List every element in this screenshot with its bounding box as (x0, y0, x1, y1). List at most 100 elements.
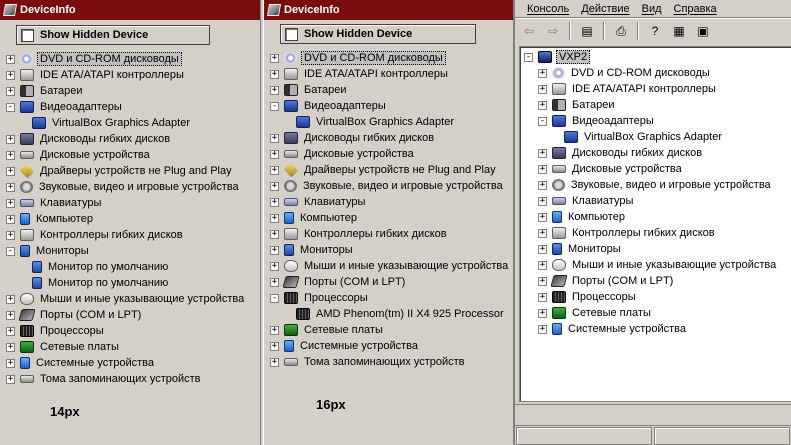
tree-category-item[interactable]: + Контроллеры гибких дисков (270, 226, 513, 242)
tree-category-item[interactable]: + Дисковые устройства (270, 146, 513, 162)
expand-plus-icon[interactable]: + (6, 70, 15, 80)
tree-category-item[interactable]: + Мыши и иные указывающие устройства (270, 258, 513, 274)
tree-category-item[interactable]: + Компьютер (270, 210, 513, 226)
tree-child-item[interactable]: Монитор по умолчанию (6, 259, 260, 275)
tree-category-item[interactable]: + Процессоры (6, 323, 260, 339)
expand-plus-icon[interactable]: + (6, 214, 15, 224)
tree-category-item[interactable]: + Мыши и иные указывающие устройства (6, 291, 260, 307)
tree-category-item[interactable]: - Видеоадаптеры (270, 98, 513, 114)
tree-category-item[interactable]: + Процессоры (538, 289, 791, 305)
tree-category-item[interactable]: + Батареи (270, 82, 513, 98)
menu-item[interactable]: Консоль (521, 3, 575, 15)
expand-plus-icon[interactable]: + (538, 100, 547, 110)
tree-category-item[interactable]: + Клавиатуры (6, 195, 260, 211)
tree-category-item[interactable]: + Сетевые платы (6, 339, 260, 355)
expand-plus-icon[interactable]: + (538, 212, 547, 222)
show-hide-tree-icon[interactable]: ▤ (577, 22, 597, 40)
tree-root-item[interactable]: - VXP2 (524, 49, 791, 65)
tree-category-item[interactable]: + Дисководы гибких дисков (270, 130, 513, 146)
tree-category-item[interactable]: + Батареи (538, 97, 791, 113)
show-hidden-device-checkbox[interactable]: Show Hidden Device (16, 25, 210, 45)
menu-item[interactable]: Действие (575, 3, 635, 15)
expand-plus-icon[interactable]: + (538, 164, 547, 174)
expand-plus-icon[interactable]: + (6, 198, 15, 208)
tree-category-item[interactable]: + IDE ATA/ATAPI контроллеры (538, 81, 791, 97)
device-tree[interactable]: + DVD и CD-ROM дисководы + IDE ATA/ATAPI ко… (6, 51, 260, 387)
expand-plus-icon[interactable]: + (270, 149, 279, 159)
expand-plus-icon[interactable]: + (6, 326, 15, 336)
window-title-bar[interactable]: DeviceInfo (264, 0, 513, 20)
tree-category-item[interactable]: + Дисководы гибких дисков (6, 131, 260, 147)
tree-category-item[interactable]: + Звуковые, видео и игровые устройства (538, 177, 791, 193)
device-tree-pane[interactable]: - VXP2 + DVD и CD-ROM дисководы + IDE ATA/ATA… (519, 46, 791, 402)
expand-plus-icon[interactable]: + (6, 166, 15, 176)
collapse-minus-icon[interactable]: - (524, 52, 533, 62)
tree-category-item[interactable]: + Тома запоминающих устройств (270, 354, 513, 370)
expand-plus-icon[interactable]: + (6, 182, 15, 192)
expand-plus-icon[interactable]: + (538, 324, 547, 334)
collapse-minus-icon[interactable]: - (538, 116, 547, 126)
tree-category-item[interactable]: + Сетевые платы (270, 322, 513, 338)
scan-hardware-icon[interactable]: ▣ (693, 22, 713, 40)
collapse-minus-icon[interactable]: - (270, 101, 279, 111)
tree-category-item[interactable]: + Тома запоминающих устройств (6, 371, 260, 387)
tree-category-item[interactable]: + Системные устройства (538, 321, 791, 337)
tree-category-item[interactable]: + Контроллеры гибких дисков (538, 225, 791, 241)
tree-child-item[interactable]: AMD Phenom(tm) II X4 925 Processor (270, 306, 513, 322)
expand-plus-icon[interactable]: + (538, 308, 547, 318)
expand-plus-icon[interactable]: + (6, 374, 15, 384)
tree-category-item[interactable]: + DVD и CD-ROM дисководы (6, 51, 260, 67)
expand-plus-icon[interactable]: + (270, 69, 279, 79)
expand-plus-icon[interactable]: + (538, 260, 547, 270)
checkbox-box[interactable] (21, 28, 34, 42)
tree-category-item[interactable]: + IDE ATA/ATAPI контроллеры (270, 66, 513, 82)
tree-category-item[interactable]: + Порты (COM и LPT) (6, 307, 260, 323)
expand-plus-icon[interactable]: + (6, 358, 15, 368)
back-arrow-icon[interactable]: ⇦ (519, 22, 539, 40)
tree-category-item[interactable]: - Видеоадаптеры (6, 99, 260, 115)
expand-plus-icon[interactable]: + (270, 181, 279, 191)
tree-category-item[interactable]: + Компьютер (6, 211, 260, 227)
tree-child-item[interactable]: Монитор по умолчанию (6, 275, 260, 291)
properties-icon[interactable]: ▦ (669, 22, 689, 40)
expand-plus-icon[interactable]: + (538, 68, 547, 78)
tree-category-item[interactable]: + Дисководы гибких дисков (538, 145, 791, 161)
expand-plus-icon[interactable]: + (270, 213, 279, 223)
expand-plus-icon[interactable]: + (6, 54, 15, 64)
expand-plus-icon[interactable]: + (270, 133, 279, 143)
device-tree[interactable]: + DVD и CD-ROM дисководы + IDE ATA/ATAPI ко… (270, 50, 513, 370)
expand-plus-icon[interactable]: + (538, 180, 547, 190)
expand-plus-icon[interactable]: + (6, 294, 15, 304)
tree-category-item[interactable]: - Процессоры (270, 290, 513, 306)
expand-plus-icon[interactable]: + (6, 86, 15, 96)
expand-plus-icon[interactable]: + (270, 229, 279, 239)
expand-plus-icon[interactable]: + (270, 357, 279, 367)
forward-arrow-icon[interactable]: ⇨ (543, 22, 563, 40)
tree-category-item[interactable]: + Мониторы (538, 241, 791, 257)
tree-category-item[interactable]: + Драйверы устройств не Plug and Play (270, 162, 513, 178)
tree-category-item[interactable]: + Дисковые устройства (6, 147, 260, 163)
print-icon[interactable]: ⎙ (611, 22, 631, 40)
expand-plus-icon[interactable]: + (270, 341, 279, 351)
expand-plus-icon[interactable]: + (270, 85, 279, 95)
expand-plus-icon[interactable]: + (538, 292, 547, 302)
expand-plus-icon[interactable]: + (6, 134, 15, 144)
tree-category-item[interactable]: + Компьютер (538, 209, 791, 225)
tree-category-item[interactable]: + Батареи (6, 83, 260, 99)
window-title-bar[interactable]: DeviceInfo (0, 0, 260, 20)
tree-category-item[interactable]: + Порты (COM и LPT) (270, 274, 513, 290)
expand-plus-icon[interactable]: + (538, 244, 547, 254)
expand-plus-icon[interactable]: + (270, 277, 279, 287)
help-icon[interactable]: ? (645, 22, 665, 40)
tree-category-item[interactable]: - Видеоадаптеры (538, 113, 791, 129)
checkbox-box[interactable] (285, 27, 298, 41)
menu-item[interactable]: Вид (636, 3, 668, 15)
expand-plus-icon[interactable]: + (270, 165, 279, 175)
tree-category-item[interactable]: + Системные устройства (270, 338, 513, 354)
expand-plus-icon[interactable]: + (270, 325, 279, 335)
menu-item[interactable]: Справка (668, 3, 723, 15)
tree-category-item[interactable]: + Звуковые, видео и игровые устройства (6, 179, 260, 195)
tree-category-item[interactable]: + Системные устройства (6, 355, 260, 371)
expand-plus-icon[interactable]: + (270, 245, 279, 255)
tree-child-item[interactable]: VirtualBox Graphics Adapter (270, 114, 513, 130)
